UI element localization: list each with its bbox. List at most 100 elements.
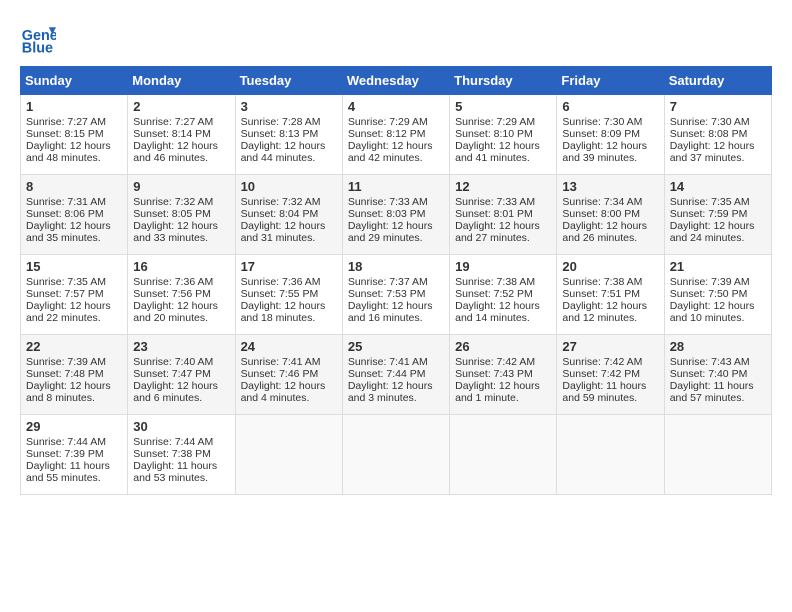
sunset: Sunset: 8:00 PM xyxy=(562,208,640,220)
day-cell-25: 25Sunrise: 7:41 AMSunset: 7:44 PMDayligh… xyxy=(342,335,449,415)
day-cell-12: 12Sunrise: 7:33 AMSunset: 8:01 PMDayligh… xyxy=(450,175,557,255)
daylight-label: Daylight: 12 hours and 46 minutes. xyxy=(133,140,218,164)
empty-cell xyxy=(235,415,342,495)
daylight-label: Daylight: 11 hours and 55 minutes. xyxy=(26,460,110,484)
day-number: 22 xyxy=(26,339,122,354)
day-number: 20 xyxy=(562,259,658,274)
week-row-1: 1Sunrise: 7:27 AMSunset: 8:15 PMDaylight… xyxy=(21,95,772,175)
day-number: 27 xyxy=(562,339,658,354)
daylight-label: Daylight: 12 hours and 24 minutes. xyxy=(670,220,755,244)
daylight-label: Daylight: 12 hours and 29 minutes. xyxy=(348,220,433,244)
sunrise: Sunrise: 7:44 AM xyxy=(133,436,213,448)
daylight-label: Daylight: 11 hours and 53 minutes. xyxy=(133,460,217,484)
day-cell-14: 14Sunrise: 7:35 AMSunset: 7:59 PMDayligh… xyxy=(664,175,771,255)
day-cell-23: 23Sunrise: 7:40 AMSunset: 7:47 PMDayligh… xyxy=(128,335,235,415)
day-number: 26 xyxy=(455,339,551,354)
day-cell-10: 10Sunrise: 7:32 AMSunset: 8:04 PMDayligh… xyxy=(235,175,342,255)
day-number: 16 xyxy=(133,259,229,274)
sunrise: Sunrise: 7:39 AM xyxy=(26,356,106,368)
day-cell-27: 27Sunrise: 7:42 AMSunset: 7:42 PMDayligh… xyxy=(557,335,664,415)
daylight-label: Daylight: 11 hours and 57 minutes. xyxy=(670,380,754,404)
sunset: Sunset: 7:56 PM xyxy=(133,288,211,300)
daylight-label: Daylight: 12 hours and 16 minutes. xyxy=(348,300,433,324)
sunrise: Sunrise: 7:30 AM xyxy=(562,116,642,128)
sunset: Sunset: 7:53 PM xyxy=(348,288,426,300)
sunrise: Sunrise: 7:37 AM xyxy=(348,276,428,288)
sunrise: Sunrise: 7:36 AM xyxy=(241,276,321,288)
sunrise: Sunrise: 7:33 AM xyxy=(455,196,535,208)
header-row: SundayMondayTuesdayWednesdayThursdayFrid… xyxy=(21,67,772,95)
day-number: 25 xyxy=(348,339,444,354)
sunset: Sunset: 7:50 PM xyxy=(670,288,748,300)
day-number: 23 xyxy=(133,339,229,354)
daylight-label: Daylight: 12 hours and 33 minutes. xyxy=(133,220,218,244)
sunset: Sunset: 7:48 PM xyxy=(26,368,104,380)
daylight-label: Daylight: 12 hours and 42 minutes. xyxy=(348,140,433,164)
sunset: Sunset: 7:57 PM xyxy=(26,288,104,300)
sunrise: Sunrise: 7:28 AM xyxy=(241,116,321,128)
sunset: Sunset: 8:01 PM xyxy=(455,208,533,220)
day-cell-15: 15Sunrise: 7:35 AMSunset: 7:57 PMDayligh… xyxy=(21,255,128,335)
empty-cell xyxy=(342,415,449,495)
sunrise: Sunrise: 7:40 AM xyxy=(133,356,213,368)
day-number: 19 xyxy=(455,259,551,274)
day-cell-21: 21Sunrise: 7:39 AMSunset: 7:50 PMDayligh… xyxy=(664,255,771,335)
day-cell-11: 11Sunrise: 7:33 AMSunset: 8:03 PMDayligh… xyxy=(342,175,449,255)
sunset: Sunset: 7:59 PM xyxy=(670,208,748,220)
daylight-label: Daylight: 12 hours and 18 minutes. xyxy=(241,300,326,324)
sunrise: Sunrise: 7:29 AM xyxy=(348,116,428,128)
day-cell-6: 6Sunrise: 7:30 AMSunset: 8:09 PMDaylight… xyxy=(557,95,664,175)
sunrise: Sunrise: 7:36 AM xyxy=(133,276,213,288)
day-cell-28: 28Sunrise: 7:43 AMSunset: 7:40 PMDayligh… xyxy=(664,335,771,415)
empty-cell xyxy=(664,415,771,495)
sunset: Sunset: 8:05 PM xyxy=(133,208,211,220)
day-number: 10 xyxy=(241,179,337,194)
daylight-label: Daylight: 12 hours and 26 minutes. xyxy=(562,220,647,244)
daylight-label: Daylight: 12 hours and 4 minutes. xyxy=(241,380,326,404)
col-header-friday: Friday xyxy=(557,67,664,95)
daylight-label: Daylight: 12 hours and 6 minutes. xyxy=(133,380,218,404)
sunrise: Sunrise: 7:38 AM xyxy=(455,276,535,288)
day-cell-24: 24Sunrise: 7:41 AMSunset: 7:46 PMDayligh… xyxy=(235,335,342,415)
day-cell-9: 9Sunrise: 7:32 AMSunset: 8:05 PMDaylight… xyxy=(128,175,235,255)
week-row-2: 8Sunrise: 7:31 AMSunset: 8:06 PMDaylight… xyxy=(21,175,772,255)
day-cell-13: 13Sunrise: 7:34 AMSunset: 8:00 PMDayligh… xyxy=(557,175,664,255)
day-cell-1: 1Sunrise: 7:27 AMSunset: 8:15 PMDaylight… xyxy=(21,95,128,175)
day-cell-16: 16Sunrise: 7:36 AMSunset: 7:56 PMDayligh… xyxy=(128,255,235,335)
daylight-label: Daylight: 12 hours and 31 minutes. xyxy=(241,220,326,244)
sunset: Sunset: 7:55 PM xyxy=(241,288,319,300)
daylight-label: Daylight: 12 hours and 41 minutes. xyxy=(455,140,540,164)
day-cell-22: 22Sunrise: 7:39 AMSunset: 7:48 PMDayligh… xyxy=(21,335,128,415)
day-cell-29: 29Sunrise: 7:44 AMSunset: 7:39 PMDayligh… xyxy=(21,415,128,495)
sunset: Sunset: 7:38 PM xyxy=(133,448,211,460)
day-cell-20: 20Sunrise: 7:38 AMSunset: 7:51 PMDayligh… xyxy=(557,255,664,335)
col-header-tuesday: Tuesday xyxy=(235,67,342,95)
sunset: Sunset: 8:10 PM xyxy=(455,128,533,140)
day-number: 21 xyxy=(670,259,766,274)
calendar-table: SundayMondayTuesdayWednesdayThursdayFrid… xyxy=(20,66,772,495)
day-number: 8 xyxy=(26,179,122,194)
daylight-label: Daylight: 12 hours and 27 minutes. xyxy=(455,220,540,244)
sunset: Sunset: 7:42 PM xyxy=(562,368,640,380)
col-header-sunday: Sunday xyxy=(21,67,128,95)
day-number: 7 xyxy=(670,99,766,114)
sunset: Sunset: 7:46 PM xyxy=(241,368,319,380)
day-cell-26: 26Sunrise: 7:42 AMSunset: 7:43 PMDayligh… xyxy=(450,335,557,415)
day-cell-8: 8Sunrise: 7:31 AMSunset: 8:06 PMDaylight… xyxy=(21,175,128,255)
day-cell-17: 17Sunrise: 7:36 AMSunset: 7:55 PMDayligh… xyxy=(235,255,342,335)
daylight-label: Daylight: 12 hours and 22 minutes. xyxy=(26,300,111,324)
day-cell-30: 30Sunrise: 7:44 AMSunset: 7:38 PMDayligh… xyxy=(128,415,235,495)
sunrise: Sunrise: 7:38 AM xyxy=(562,276,642,288)
empty-cell xyxy=(557,415,664,495)
day-cell-4: 4Sunrise: 7:29 AMSunset: 8:12 PMDaylight… xyxy=(342,95,449,175)
sunset: Sunset: 8:06 PM xyxy=(26,208,104,220)
day-number: 24 xyxy=(241,339,337,354)
day-number: 29 xyxy=(26,419,122,434)
col-header-thursday: Thursday xyxy=(450,67,557,95)
sunrise: Sunrise: 7:42 AM xyxy=(455,356,535,368)
day-number: 6 xyxy=(562,99,658,114)
daylight-label: Daylight: 12 hours and 12 minutes. xyxy=(562,300,647,324)
sunrise: Sunrise: 7:43 AM xyxy=(670,356,750,368)
day-cell-3: 3Sunrise: 7:28 AMSunset: 8:13 PMDaylight… xyxy=(235,95,342,175)
daylight-label: Daylight: 11 hours and 59 minutes. xyxy=(562,380,646,404)
